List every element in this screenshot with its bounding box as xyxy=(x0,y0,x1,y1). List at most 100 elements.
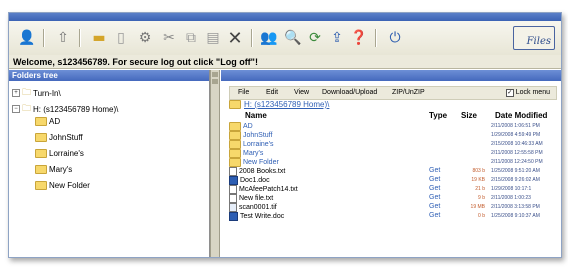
pane-splitter[interactable] xyxy=(210,70,220,257)
help-icon[interactable]: ❓ xyxy=(349,28,369,48)
menu-view[interactable]: View xyxy=(294,87,309,99)
user-icon[interactable]: 👤 xyxy=(17,28,37,48)
file-name[interactable]: McAfeePatch14.txt xyxy=(239,186,298,194)
lock-menu-checkbox[interactable]: ✓ xyxy=(505,89,514,97)
collapse-icon[interactable]: − xyxy=(12,105,20,113)
file-size: 0 b xyxy=(478,213,485,219)
folder-name[interactable]: JohnStuff xyxy=(243,132,272,140)
tree-node-marys[interactable]: Mary's xyxy=(35,165,72,174)
folder-row[interactable]: Lorraine's 2/15/2008 10:46:33 AM xyxy=(229,140,555,149)
copy-icon[interactable]: ⧉ xyxy=(181,28,201,48)
row-name: New Folder xyxy=(229,158,279,167)
current-path[interactable]: H: (s123456789 Home)\ xyxy=(229,100,329,109)
folder-icon xyxy=(35,117,47,126)
date-modified: 1/29/2008 4:59:49 PM xyxy=(491,132,541,138)
column-date-modified[interactable]: Date Modified xyxy=(495,111,547,120)
column-name[interactable]: Name xyxy=(245,111,267,120)
cut-icon[interactable]: ✂ xyxy=(159,28,179,48)
get-link[interactable]: Get xyxy=(429,176,440,184)
tree-node-johnstuff[interactable]: JohnStuff xyxy=(35,133,83,142)
file-name[interactable]: 2008 Books.txt xyxy=(239,168,285,176)
paste-icon[interactable]: ▤ xyxy=(203,28,223,48)
folder-icon[interactable]: ▬ xyxy=(89,28,109,48)
upload-icon[interactable]: ⇪ xyxy=(327,28,347,48)
splitter-up-button[interactable] xyxy=(212,72,218,77)
tree-node-label: Turn-In\ xyxy=(33,88,61,98)
file-row[interactable]: Test Write.doc Get 0 b 1/25/2008 9:10:37… xyxy=(229,212,555,221)
tree-node-new-folder[interactable]: New Folder xyxy=(35,181,90,190)
file-row[interactable]: McAfeePatch14.txt Get 21 b 1/29/2008 10:… xyxy=(229,185,555,194)
row-name: Lorraine's xyxy=(229,140,274,149)
folder-name[interactable]: Mary's xyxy=(243,150,263,158)
browser-window: 👤 ⇧ ▬ ▯ ⚙ ✂ ⧉ ▤ ✕ 👥 🔍 ⟳ ⇪ ❓ ⏻ Files Welc… xyxy=(8,12,562,258)
file-menu-bar: File Edit View Download/Upload ZIP/UnZIP… xyxy=(229,86,557,100)
text-file-icon xyxy=(229,194,237,203)
folder-row[interactable]: Mary's 2/11/2008 12:55:58 PM xyxy=(229,149,555,158)
file-name[interactable]: Test Write.doc xyxy=(240,213,284,221)
lock-menu-toggle[interactable]: ✓ Lock menu xyxy=(505,87,550,99)
toolbar-separator xyxy=(251,29,253,47)
folder-icon xyxy=(35,165,47,174)
date-modified: 1/25/2008 9:10:37 AM xyxy=(491,213,540,219)
search-icon[interactable]: 🔍 xyxy=(283,28,303,48)
menu-download-upload[interactable]: Download/Upload xyxy=(322,87,377,99)
get-link[interactable]: Get xyxy=(429,212,440,220)
file-name[interactable]: New file.txt xyxy=(239,195,273,203)
folders-tree-pane: Folders tree + 🗀 Turn-In\ − 🗀 H: (s12345… xyxy=(9,70,210,257)
tree-node-label: H: (s123456789 Home)\ xyxy=(33,104,119,114)
delete-icon[interactable]: ✕ xyxy=(225,28,245,49)
tree-node-label: Mary's xyxy=(49,165,73,174)
tree-node-label: New Folder xyxy=(49,181,90,190)
column-size[interactable]: Size xyxy=(461,111,477,120)
file-row[interactable]: scan0001.tif Get 19 MB 2/11/2008 3:13:58… xyxy=(229,203,555,212)
welcome-message: Welcome, s123456789. For secure log out … xyxy=(9,55,561,69)
folder-row[interactable]: New Folder 2/11/2008 12:24:50 PM xyxy=(229,158,555,167)
new-document-icon[interactable]: ▯ xyxy=(111,28,131,48)
properties-icon[interactable]: ⚙ xyxy=(135,28,155,48)
tree-node-turn-in[interactable]: + 🗀 Turn-In\ xyxy=(12,85,61,101)
file-list-pane: File Edit View Download/Upload ZIP/UnZIP… xyxy=(221,70,561,257)
splitter-down-button[interactable] xyxy=(212,79,218,84)
current-path-label[interactable]: H: (s123456789 Home)\ xyxy=(244,100,329,109)
get-link[interactable]: Get xyxy=(429,167,440,175)
date-modified: 2/11/2008 1:06:51 PM xyxy=(491,123,540,129)
file-name[interactable]: scan0001.tif xyxy=(239,204,277,212)
tree-node-lorraines[interactable]: Lorraine's xyxy=(35,149,84,158)
logoff-icon[interactable]: ⏻ xyxy=(385,28,405,48)
date-modified: 1/25/2008 9:51:20 AM xyxy=(491,168,540,174)
folder-name[interactable]: AD xyxy=(243,123,253,131)
toolbar-separator xyxy=(79,29,81,47)
date-modified: 1/29/2008 10:17:1 xyxy=(491,186,532,192)
tree-node-label: AD xyxy=(49,117,61,126)
file-row[interactable]: New file.txt Get 9 b 2/11/2008 1:00:23 xyxy=(229,194,555,203)
date-modified: 2/11/2008 12:24:50 PM xyxy=(491,159,543,165)
date-modified: 2/11/2008 12:55:58 PM xyxy=(491,150,543,156)
up-arrow-icon[interactable]: ⇧ xyxy=(53,28,73,48)
folder-name[interactable]: Lorraine's xyxy=(243,141,274,149)
folder-name[interactable]: New Folder xyxy=(243,159,279,167)
get-link[interactable]: Get xyxy=(429,194,440,202)
date-modified: 2/15/2008 9:26:02 AM xyxy=(491,177,540,183)
tree-node-ad[interactable]: AD xyxy=(35,117,60,126)
tree-node-home[interactable]: − 🗀 H: (s123456789 Home)\ xyxy=(12,101,118,117)
file-row[interactable]: Doc1.doc Get 19 KB 2/15/2008 9:26:02 AM xyxy=(229,176,555,185)
toolbar-separator xyxy=(375,29,377,47)
toolbar-separator xyxy=(43,29,45,47)
menu-file[interactable]: File xyxy=(238,87,249,99)
menu-zip-unzip[interactable]: ZIP/UnZIP xyxy=(392,87,425,99)
get-link[interactable]: Get xyxy=(429,203,440,211)
folder-row[interactable]: JohnStuff 1/29/2008 4:59:49 PM xyxy=(229,131,555,140)
row-name: Doc1.doc xyxy=(229,176,270,185)
folder-row[interactable]: AD 2/11/2008 1:06:51 PM xyxy=(229,122,555,131)
menu-edit[interactable]: Edit xyxy=(266,87,278,99)
image-file-icon xyxy=(229,203,237,212)
file-name[interactable]: Doc1.doc xyxy=(240,177,270,185)
file-list-columns: Name Type Size Date Modified xyxy=(229,111,555,121)
users-icon[interactable]: 👥 xyxy=(259,28,279,48)
file-row[interactable]: 2008 Books.txt Get 803 b 1/25/2008 9:51:… xyxy=(229,167,555,176)
expand-icon[interactable]: + xyxy=(12,89,20,97)
refresh-icon[interactable]: ⟳ xyxy=(305,28,325,48)
get-link[interactable]: Get xyxy=(429,185,440,193)
column-type[interactable]: Type xyxy=(429,111,447,120)
folder-icon xyxy=(229,140,241,149)
